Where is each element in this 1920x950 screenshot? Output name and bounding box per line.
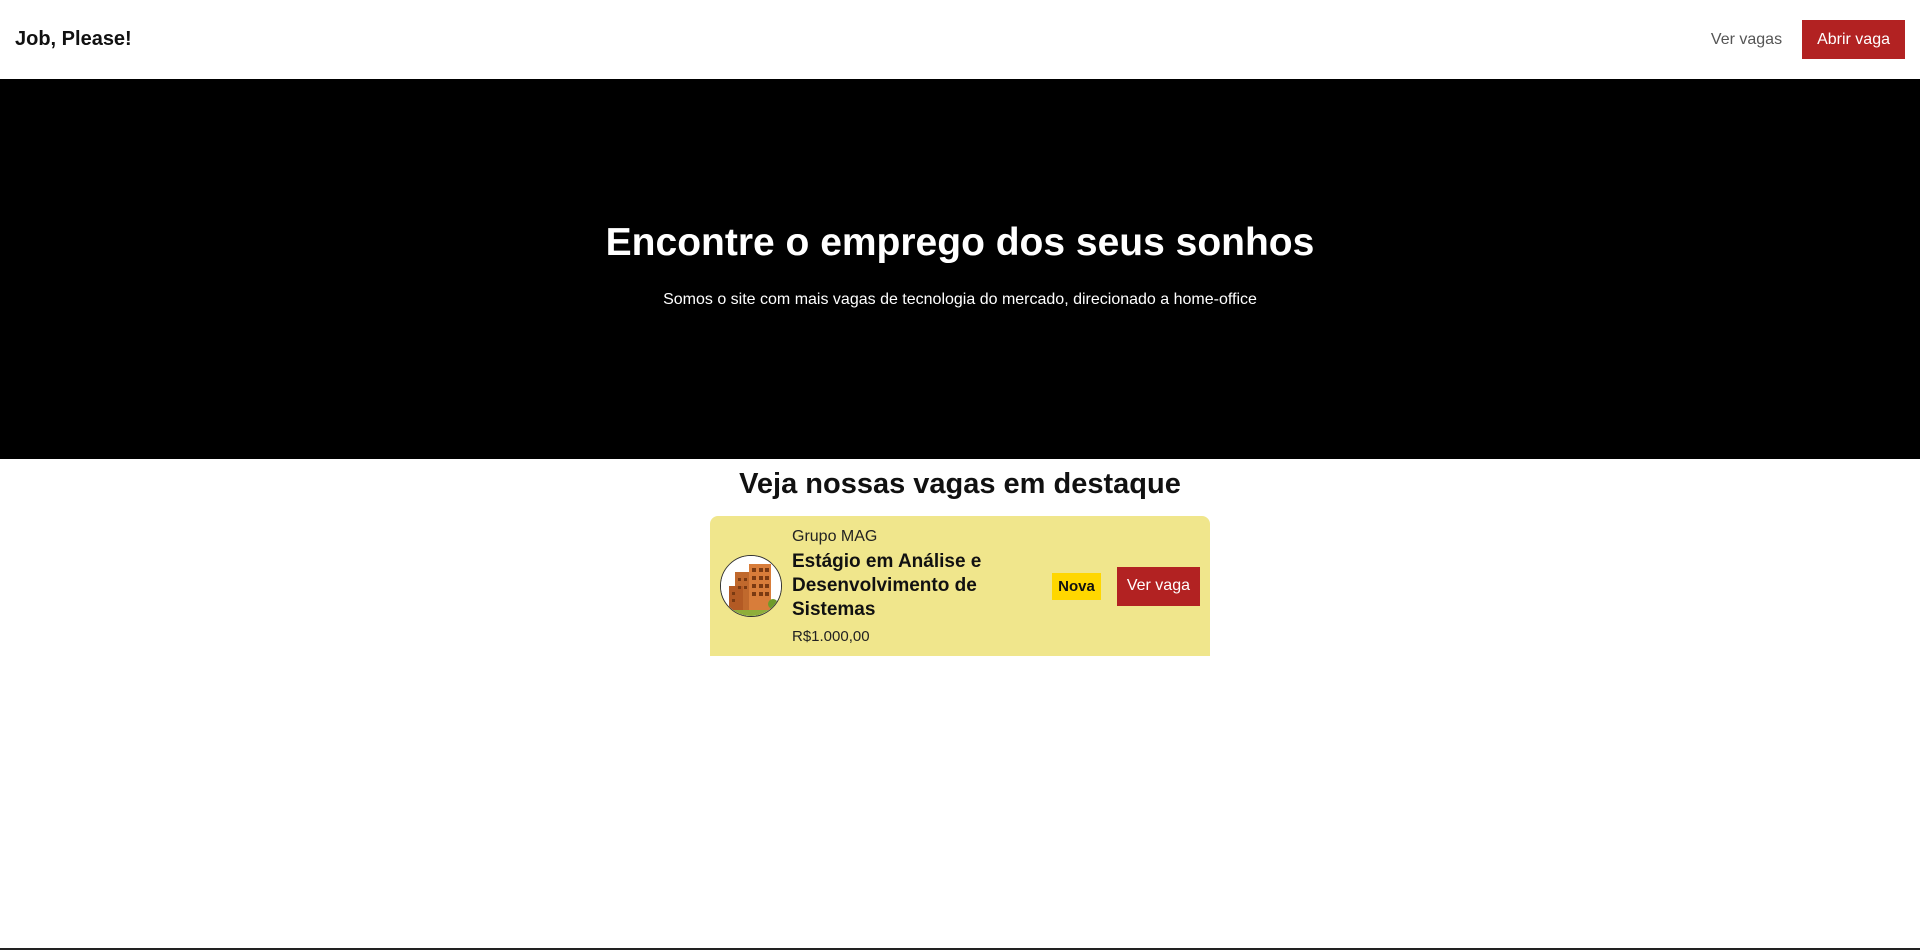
nav-link-ver-vagas[interactable]: Ver vagas [1711,31,1782,49]
brand-logo-text[interactable]: Job, Please! [15,28,132,51]
building-icon [720,555,782,617]
ver-vaga-button[interactable]: Ver vaga [1116,566,1200,606]
job-card: Grupo MAG Estágio em Análise e Desenvolv… [710,516,1210,656]
hero-banner: Encontre o emprego dos seus sonhos Somos… [0,79,1920,459]
hero-title: Encontre o emprego dos seus sonhos [605,221,1315,264]
hero-subtitle: Somos o site com mais vagas de tecnologi… [663,291,1257,308]
featured-section-title: Veja nossas vagas em destaque [739,468,1181,500]
abrir-vaga-button[interactable]: Abrir vaga [1802,20,1905,59]
job-company: Grupo MAG [792,527,878,545]
top-navbar: Job, Please! Ver vagas Abrir vaga [0,0,1920,79]
new-badge: Nova [1052,572,1101,600]
main-nav: Ver vagas Abrir vaga [1711,20,1905,59]
job-title: Estágio em Análise e Desenvolvimento de … [792,550,982,620]
job-info: Grupo MAG Estágio em Análise e Desenvolv… [792,528,1052,645]
job-salary: R$1.000,00 [792,627,870,645]
